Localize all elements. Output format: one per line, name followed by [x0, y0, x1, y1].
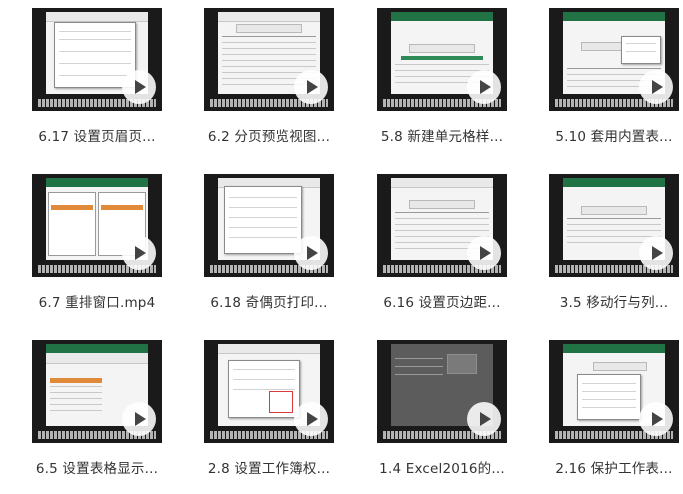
- video-grid: 6.17 设置页眉页... 6.2 分页预览视图... 5.8 新建单元格样..…: [0, 0, 683, 494]
- video-card[interactable]: 6.5 设置表格显示...: [32, 340, 162, 490]
- video-card[interactable]: 2.8 设置工作簿权...: [204, 340, 334, 490]
- video-card[interactable]: 3.5 移动行与列...: [549, 174, 679, 324]
- video-card[interactable]: 1.4 Excel2016的...: [377, 340, 507, 490]
- play-icon[interactable]: [467, 236, 501, 270]
- video-title[interactable]: 2.8 设置工作簿权...: [204, 457, 334, 477]
- video-title[interactable]: 5.8 新建单元格样...: [377, 125, 507, 145]
- video-thumbnail[interactable]: [32, 340, 162, 443]
- video-thumbnail[interactable]: [204, 340, 334, 443]
- video-card[interactable]: 5.8 新建单元格样...: [377, 8, 507, 158]
- video-title[interactable]: 6.18 奇偶页打印...: [204, 291, 334, 311]
- video-card[interactable]: 6.7 重排窗口.mp4: [32, 174, 162, 324]
- play-icon[interactable]: [122, 236, 156, 270]
- video-thumbnail[interactable]: [204, 174, 334, 277]
- video-card[interactable]: 5.10 套用内置表...: [549, 8, 679, 158]
- video-thumbnail[interactable]: [377, 340, 507, 443]
- video-title[interactable]: 2.16 保护工作表...: [549, 457, 679, 477]
- play-icon[interactable]: [639, 236, 673, 270]
- video-card[interactable]: 2.16 保护工作表...: [549, 340, 679, 490]
- video-card[interactable]: 6.16 设置页边距...: [377, 174, 507, 324]
- video-thumbnail[interactable]: [32, 174, 162, 277]
- play-icon[interactable]: [639, 402, 673, 436]
- video-title[interactable]: 6.2 分页预览视图...: [204, 125, 334, 145]
- video-thumbnail[interactable]: [377, 8, 507, 111]
- play-icon[interactable]: [294, 70, 328, 104]
- video-thumbnail[interactable]: [549, 174, 679, 277]
- play-icon[interactable]: [122, 402, 156, 436]
- video-title[interactable]: 1.4 Excel2016的...: [377, 457, 507, 477]
- video-thumbnail[interactable]: [549, 8, 679, 111]
- play-icon[interactable]: [122, 70, 156, 104]
- video-card[interactable]: 6.2 分页预览视图...: [204, 8, 334, 158]
- video-thumbnail[interactable]: [32, 8, 162, 111]
- play-icon[interactable]: [639, 70, 673, 104]
- video-title[interactable]: 3.5 移动行与列...: [549, 291, 679, 311]
- video-thumbnail[interactable]: [204, 8, 334, 111]
- video-title[interactable]: 5.10 套用内置表...: [549, 125, 679, 145]
- video-card[interactable]: 6.17 设置页眉页...: [32, 8, 162, 158]
- video-title[interactable]: 6.17 设置页眉页...: [32, 125, 162, 145]
- play-icon[interactable]: [294, 402, 328, 436]
- video-title[interactable]: 6.5 设置表格显示...: [32, 457, 162, 477]
- video-thumbnail[interactable]: [549, 340, 679, 443]
- play-icon[interactable]: [467, 70, 501, 104]
- video-thumbnail[interactable]: [377, 174, 507, 277]
- video-title[interactable]: 6.7 重排窗口.mp4: [32, 291, 162, 311]
- video-card[interactable]: 6.18 奇偶页打印...: [204, 174, 334, 324]
- video-title[interactable]: 6.16 设置页边距...: [377, 291, 507, 311]
- play-icon[interactable]: [467, 402, 501, 436]
- play-icon[interactable]: [294, 236, 328, 270]
